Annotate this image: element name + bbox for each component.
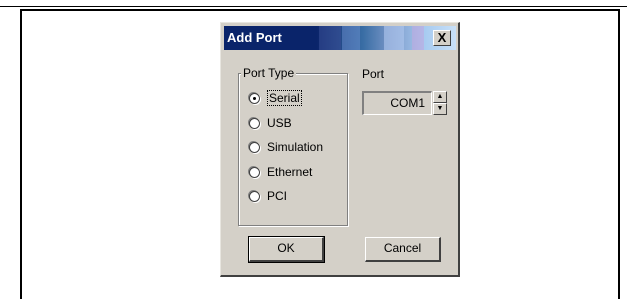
radio-button-icon[interactable] — [249, 190, 260, 202]
cancel-button[interactable]: Cancel — [365, 237, 441, 262]
port-type-label: Port Type — [241, 66, 297, 80]
radio-simulation[interactable]: Simulation — [249, 139, 323, 155]
radio-serial[interactable]: Serial — [249, 90, 302, 106]
add-port-dialog: Add Port X Port Type Serial USB Simulati… — [220, 22, 460, 277]
radio-label: USB — [267, 116, 292, 130]
port-label: Port — [362, 67, 385, 81]
radio-label: PCI — [267, 189, 288, 203]
radio-button-icon[interactable] — [249, 92, 260, 104]
port-value: COM1 — [390, 96, 425, 110]
spin-up-button[interactable]: ▲ — [433, 91, 447, 103]
document-rule — [0, 6, 627, 7]
radio-button-icon[interactable] — [249, 141, 260, 153]
radio-label: Simulation — [267, 140, 324, 154]
radio-usb[interactable]: USB — [249, 115, 292, 131]
radio-pci[interactable]: PCI — [249, 188, 287, 204]
close-icon: X — [437, 30, 447, 45]
dialog-title: Add Port — [227, 30, 282, 45]
radio-label: Ethernet — [267, 165, 313, 179]
ok-button[interactable]: OK — [248, 236, 325, 263]
radio-label: Serial — [267, 90, 302, 106]
port-spinbox[interactable]: COM1 — [362, 91, 432, 115]
close-button[interactable]: X — [433, 30, 451, 46]
title-bar[interactable]: Add Port X — [224, 26, 456, 50]
radio-button-icon[interactable] — [249, 117, 260, 129]
chevron-up-icon: ▲ — [436, 93, 444, 100]
radio-ethernet[interactable]: Ethernet — [249, 164, 312, 180]
spin-down-button[interactable]: ▼ — [433, 103, 447, 115]
chevron-down-icon: ▼ — [436, 105, 444, 112]
radio-button-icon[interactable] — [249, 166, 260, 178]
